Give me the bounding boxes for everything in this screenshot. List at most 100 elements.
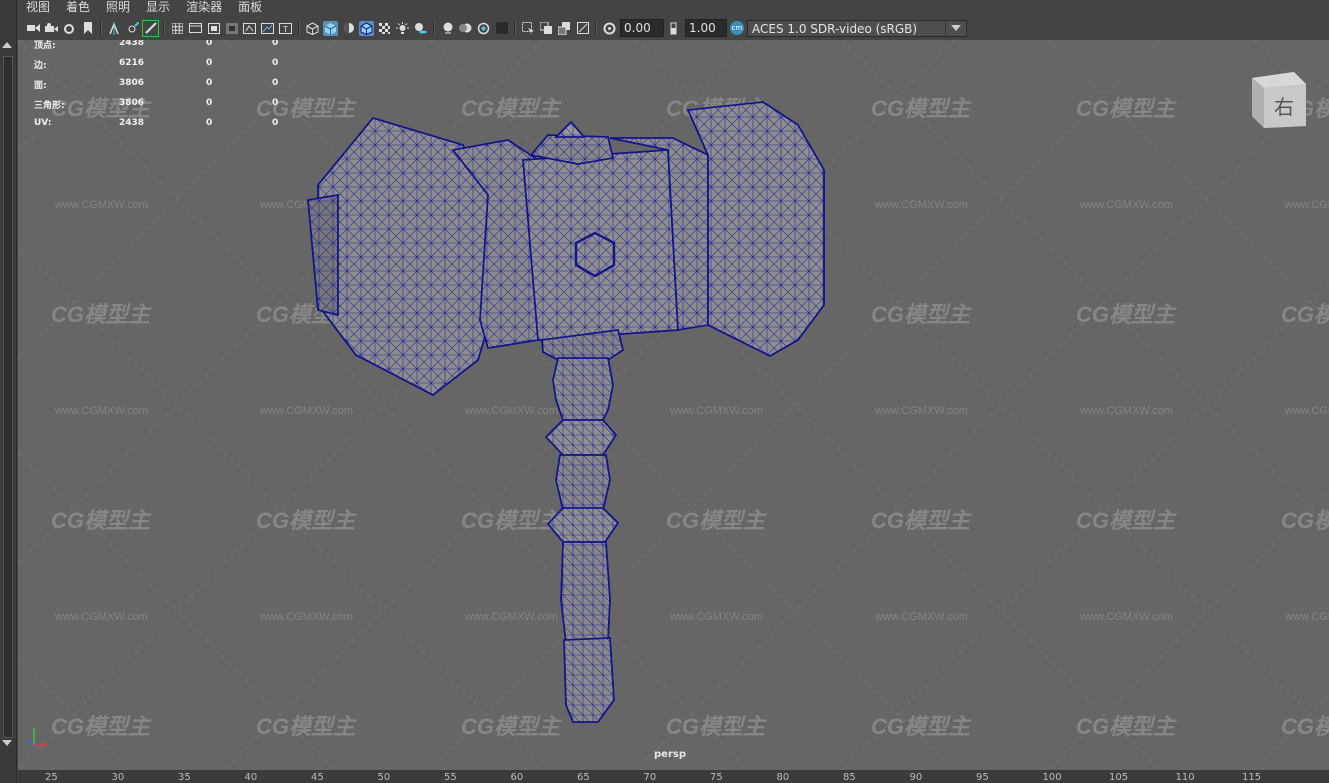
- timeline-tick-label: 30: [111, 772, 125, 783]
- backface-culling-icon[interactable]: [575, 21, 590, 36]
- grease-pencil-icon[interactable]: [125, 21, 140, 36]
- timeline-tick-label: 85: [843, 772, 856, 783]
- color-management-icon[interactable]: cm: [730, 21, 744, 35]
- svg-text:T: T: [282, 25, 288, 34]
- time-slider[interactable]: 25 30 35 40 45 50 55 60 65 70 75 80 85 90 95 100 105 110 1…: [18, 770, 1329, 783]
- screen-space-ambient-occlusion-icon[interactable]: [440, 21, 455, 36]
- hud-value: 0: [272, 98, 279, 108]
- camera-attributes-icon[interactable]: [44, 21, 59, 36]
- camera-name-label: persp: [654, 749, 686, 760]
- viewcube-face-label: 右: [1274, 95, 1294, 119]
- use-default-material-icon[interactable]: [341, 21, 356, 36]
- menu-show[interactable]: 显示: [146, 0, 170, 14]
- hud-value: 0: [272, 78, 279, 88]
- safe-action-icon[interactable]: [260, 21, 275, 36]
- field-chart-icon[interactable]: [242, 21, 257, 36]
- hud-label: 面:: [34, 81, 47, 91]
- exposure-field[interactable]: 0.00: [620, 19, 664, 37]
- gamma-icon[interactable]: [667, 21, 682, 36]
- wireframe-icon[interactable]: [305, 21, 320, 36]
- view-cube[interactable]: 右: [1250, 70, 1306, 128]
- pencil-tool-icon[interactable]: [142, 19, 159, 37]
- timeline-tick-label: 40: [244, 772, 258, 783]
- depth-of-field-icon[interactable]: [494, 21, 509, 36]
- gate-mask-icon[interactable]: [224, 21, 239, 36]
- menu-renderer[interactable]: 渲染器: [186, 0, 222, 14]
- toolbar-divider: [298, 20, 300, 36]
- exposure-icon[interactable]: [602, 21, 617, 36]
- timeline-tick-label: 115: [1242, 772, 1262, 783]
- multisample-antialiasing-icon[interactable]: [476, 21, 491, 36]
- menu-shading[interactable]: 着色: [66, 0, 90, 14]
- scrollbar-thumb[interactable]: [3, 56, 13, 738]
- timeline-tick-label: 80: [776, 772, 790, 783]
- smooth-shade-icon[interactable]: [323, 20, 338, 36]
- hud-value: 0: [206, 58, 213, 68]
- menu-panels[interactable]: 面板: [238, 0, 262, 14]
- menu-lighting[interactable]: 照明: [106, 0, 130, 14]
- hud-value: 0: [206, 78, 213, 88]
- scroll-up-arrow-icon[interactable]: [2, 42, 12, 48]
- panel-menubar: 视图 着色 照明 显示 渲染器 面板: [18, 0, 262, 14]
- hud-value: 6216: [118, 58, 144, 68]
- maya-viewport-window: 视图 着色 照明 显示 渲染器 面板 T 0.00 1.00 cm ACES 1…: [0, 0, 1329, 783]
- timeline-tick-label: 60: [510, 772, 524, 783]
- hud-value: 0: [272, 118, 279, 128]
- hud-label: UV:: [34, 118, 52, 128]
- bookmarks-icon[interactable]: [62, 21, 77, 36]
- xray-icon[interactable]: [539, 21, 554, 36]
- hud-value: 0: [206, 40, 213, 48]
- textured-icon[interactable]: [377, 21, 392, 36]
- timeline-tick-label: 110: [1175, 772, 1195, 783]
- timeline-tick-label: 35: [178, 772, 191, 783]
- hud-value: 0: [206, 98, 213, 108]
- hud-value: 0: [272, 40, 279, 48]
- hud-value: 0: [206, 118, 213, 128]
- hud-value: 2438: [118, 118, 144, 128]
- timeline-tick-label: 45: [311, 772, 324, 783]
- film-gate-icon[interactable]: [188, 21, 203, 36]
- xray-joints-icon[interactable]: [557, 21, 572, 36]
- hud-value: 0: [272, 58, 279, 68]
- safe-title-icon[interactable]: T: [278, 21, 293, 36]
- toolbar-divider: [100, 20, 102, 36]
- toolbar-divider: [433, 20, 435, 36]
- toolbar-divider: [595, 20, 597, 36]
- timeline-tick-label: 100: [1042, 772, 1062, 783]
- hammer-mesh[interactable]: [18, 40, 1329, 770]
- gamma-field[interactable]: 1.00: [685, 19, 727, 37]
- toolbar-divider: [163, 20, 165, 36]
- left-scrollbar[interactable]: [0, 0, 17, 783]
- shadows-icon[interactable]: [413, 21, 428, 36]
- timeline-tick-label: 55: [444, 772, 457, 783]
- motion-blur-icon[interactable]: [458, 21, 473, 36]
- axis-gizmo-icon: [26, 728, 48, 746]
- isolate-select-icon[interactable]: [521, 21, 536, 36]
- timeline-tick-label: 90: [909, 772, 923, 783]
- panel-toolbar: T 0.00 1.00 cm ACES 1.0 SDR-video (sRGB): [18, 16, 1329, 40]
- wireframe-on-shaded-icon[interactable]: [359, 20, 374, 36]
- view-transform-dropdown[interactable]: ACES 1.0 SDR-video (sRGB): [747, 19, 967, 37]
- view-transform-value: ACES 1.0 SDR-video (sRGB): [752, 21, 918, 36]
- resolution-gate-icon[interactable]: [206, 21, 221, 36]
- timeline-tick-label: 25: [45, 772, 58, 783]
- select-camera-icon[interactable]: [26, 21, 41, 36]
- hud-value: 3806: [118, 78, 144, 88]
- hud-label: 顶点:: [34, 41, 56, 51]
- hud-label: 三角形:: [34, 101, 65, 111]
- scroll-down-arrow-icon[interactable]: [2, 740, 12, 746]
- timeline-tick-label: 95: [976, 772, 989, 783]
- hud-value: 3806: [118, 98, 144, 108]
- use-all-lights-icon[interactable]: [395, 21, 410, 36]
- hud-label: 边:: [34, 61, 47, 71]
- 2d-pan-zoom-icon[interactable]: [107, 21, 122, 36]
- timeline-tick-label: 70: [643, 772, 657, 783]
- grid-icon[interactable]: [170, 21, 185, 36]
- timeline-tick-label: 105: [1109, 772, 1129, 783]
- 3d-viewport[interactable]: CG模型主 CG模型主 CG模型主 CG模型主 www.CGMXW.com www.CGM…: [18, 40, 1329, 770]
- timeline-tick-label: 50: [377, 772, 391, 783]
- image-plane-icon[interactable]: [80, 21, 95, 36]
- menu-view[interactable]: 视图: [26, 0, 50, 14]
- timeline-tick-label: 65: [577, 772, 590, 783]
- chevron-down-icon[interactable]: [945, 20, 966, 36]
